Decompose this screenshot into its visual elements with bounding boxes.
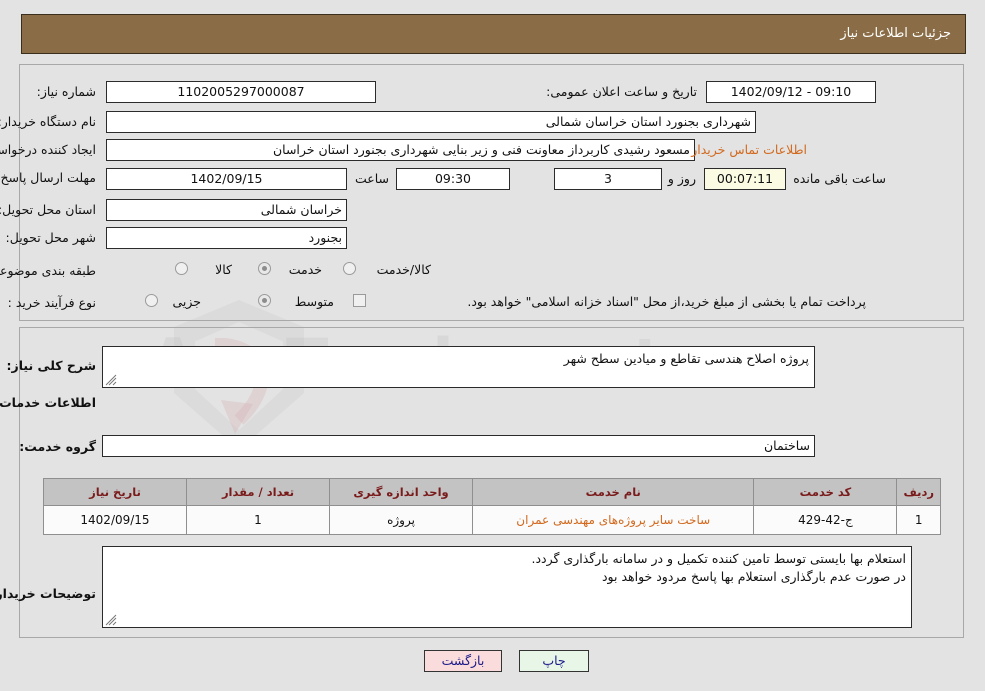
deadline-time-value: 09:30 bbox=[397, 168, 511, 190]
th-code: کد خدمت bbox=[754, 478, 899, 506]
radio-category-kala-khedmat[interactable] bbox=[344, 262, 357, 275]
th-date: تاریخ نیاز bbox=[44, 478, 188, 506]
th-quantity: تعداد / مقدار bbox=[187, 478, 331, 506]
back-button[interactable]: بازگشت bbox=[425, 650, 503, 672]
radio-process-motevaset[interactable] bbox=[259, 294, 272, 307]
page-title: جزئیات اطلاعات نیاز bbox=[841, 26, 952, 41]
city-label: شهر محل تحویل: bbox=[6, 230, 97, 245]
process-label: نوع فرآیند خرید : bbox=[8, 295, 97, 310]
requester-value: مسعود رشیدی کاربرداز معاونت فنی و زیر بن… bbox=[107, 139, 696, 161]
remaining-days-label: روز و bbox=[668, 171, 697, 186]
deadline-time-label: ساعت bbox=[355, 171, 390, 186]
resize-grip-icon[interactable] bbox=[106, 374, 118, 386]
service-group-label: گروه خدمت: bbox=[20, 439, 97, 454]
radio-category-kala-khedmat-label: کالا/خدمت bbox=[377, 262, 432, 277]
remaining-days-value: 3 bbox=[555, 168, 663, 190]
service-group-value: ساختمان bbox=[103, 435, 816, 457]
treasury-note-label: پرداخت تمام یا بخشی از مبلغ خرید،از محل … bbox=[468, 294, 867, 309]
buyer-contact-link[interactable]: اطلاعات تماس خریدار bbox=[692, 142, 808, 157]
radio-category-khedmat[interactable] bbox=[259, 262, 272, 275]
radio-process-motevaset-label: متوسط bbox=[295, 294, 335, 309]
need-number-value: 1102005297000087 bbox=[107, 81, 377, 103]
resize-grip-icon-notes[interactable] bbox=[106, 614, 118, 626]
announce-label: تاریخ و ساعت اعلان عمومی: bbox=[547, 84, 698, 99]
requester-label: ایجاد کننده درخواست: bbox=[0, 142, 97, 157]
th-name: نام خدمت bbox=[472, 478, 756, 506]
description-textarea[interactable]: پروژه اصلاح هندسی تقاطع و میادین سطح شهر bbox=[103, 346, 816, 388]
deadline-label-line1: مهلت ارسال پاسخ: تا تاریخ: bbox=[0, 170, 97, 185]
description-label: شرح کلی نیاز: bbox=[7, 358, 97, 373]
need-number-label: شماره نیاز: bbox=[37, 84, 97, 99]
category-label: طبقه بندی موضوعی: bbox=[0, 263, 97, 278]
print-button[interactable]: چاپ bbox=[520, 650, 590, 672]
header-bar: جزئیات اطلاعات نیاز bbox=[22, 14, 967, 54]
radio-process-jozei[interactable] bbox=[146, 294, 159, 307]
remaining-suffix-label: ساعت باقی مانده bbox=[794, 171, 887, 186]
buyer-notes-line2: در صورت عدم بارگذاری استعلام بها پاسخ مر… bbox=[602, 569, 907, 584]
cell-date: 1402/09/15 bbox=[44, 505, 188, 535]
th-unit: واحد اندازه گیری bbox=[330, 478, 474, 506]
radio-category-khedmat-label: خدمت bbox=[289, 262, 323, 277]
cell-row: 1 bbox=[897, 505, 942, 535]
buyer-notes-line1: استعلام بها بایستی توسط تامین کننده تکمی… bbox=[532, 551, 908, 566]
buyer-notes-label: توضیحات خریدار: bbox=[0, 586, 97, 601]
radio-category-kala[interactable] bbox=[176, 262, 189, 275]
cell-name: ساخت سایر پروژه‌های مهندسی عمران bbox=[472, 505, 756, 535]
announce-value: 09:10 - 1402/09/12 bbox=[707, 81, 877, 103]
deadline-date-value: 1402/09/15 bbox=[107, 168, 348, 190]
table-row: 1 ج-42-429 ساخت سایر پروژه‌های مهندسی عم… bbox=[44, 505, 942, 535]
buyer-notes-textarea[interactable]: استعلام بها بایستی توسط تامین کننده تکمی… bbox=[103, 546, 913, 628]
cell-code: ج-42-429 bbox=[754, 505, 899, 535]
radio-process-jozei-label: جزیی bbox=[173, 294, 202, 309]
province-label: استان محل تحویل: bbox=[0, 202, 97, 217]
city-value: بجنورد bbox=[107, 227, 348, 249]
services-table: ردیف کد خدمت نام خدمت واحد اندازه گیری ت… bbox=[44, 478, 942, 535]
services-heading: اطلاعات خدمات مورد نیاز bbox=[0, 395, 97, 410]
province-value: خراسان شمالی bbox=[107, 199, 348, 221]
cell-unit: پروژه bbox=[330, 505, 474, 535]
checkbox-treasury-bonds[interactable] bbox=[354, 294, 367, 307]
description-value: پروژه اصلاح هندسی تقاطع و میادین سطح شهر bbox=[564, 351, 810, 366]
table-header-row: ردیف کد خدمت نام خدمت واحد اندازه گیری ت… bbox=[44, 478, 942, 506]
radio-category-kala-label: کالا bbox=[216, 262, 233, 277]
buyer-org-value: شهرداری بجنورد استان خراسان شمالی bbox=[107, 111, 757, 133]
buyer-org-label: نام دستگاه خریدار: bbox=[0, 114, 97, 129]
th-row: ردیف bbox=[897, 478, 942, 506]
remaining-clock-value: 00:07:11 bbox=[705, 168, 787, 190]
cell-quantity: 1 bbox=[187, 505, 331, 535]
